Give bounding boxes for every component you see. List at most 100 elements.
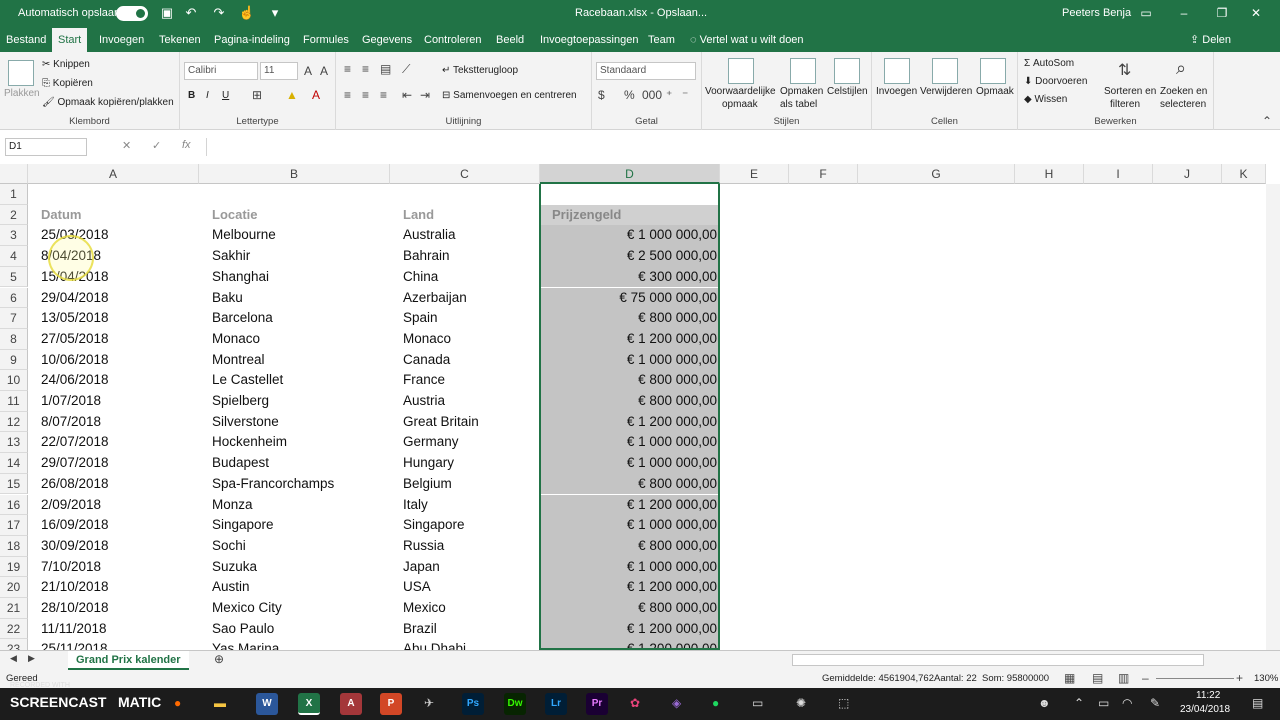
- clear-button[interactable]: ◆ Wissen: [1024, 94, 1067, 105]
- vertical-scrollbar[interactable]: [1266, 184, 1280, 650]
- column-header-d[interactable]: D: [540, 164, 720, 184]
- column-header-b[interactable]: B: [199, 164, 390, 184]
- normal-view-icon[interactable]: ▦: [1064, 671, 1075, 685]
- pen-icon[interactable]: ✎: [1150, 696, 1160, 710]
- cell-locatie[interactable]: Budapest: [212, 453, 382, 474]
- fill-color-icon[interactable]: ▲: [286, 88, 298, 102]
- number-format-select[interactable]: Standaard: [596, 62, 696, 80]
- word-icon[interactable]: W: [256, 693, 278, 715]
- clock-date[interactable]: 23/04/2018: [1180, 704, 1230, 715]
- cell-locatie[interactable]: Sao Paulo: [212, 619, 382, 640]
- new-sheet-icon[interactable]: ⊕: [214, 652, 224, 666]
- formula-input[interactable]: [206, 138, 1274, 156]
- cell-land[interactable]: Italy: [403, 495, 533, 516]
- cell-land[interactable]: USA: [403, 577, 533, 598]
- row-header[interactable]: 12: [0, 411, 28, 433]
- cell-locatie[interactable]: Spa-Francorchamps: [212, 474, 382, 495]
- column-header-a[interactable]: A: [28, 164, 199, 184]
- tab-bestand[interactable]: Bestand: [0, 28, 52, 52]
- cell-land[interactable]: Singapore: [403, 515, 533, 536]
- cell-locatie[interactable]: Yas Marina: [212, 639, 382, 650]
- close-button[interactable]: ✕: [1244, 3, 1268, 23]
- font-name-select[interactable]: Calibri: [184, 62, 258, 80]
- percent-style-icon[interactable]: %: [624, 88, 635, 102]
- customize-qat-icon[interactable]: ▾: [266, 4, 284, 22]
- sort-filter-line2[interactable]: filteren: [1110, 99, 1140, 110]
- row-header[interactable]: 2: [0, 204, 28, 226]
- sort-filter-line1[interactable]: Sorteren en: [1104, 86, 1156, 97]
- cell-land[interactable]: Mexico: [403, 598, 533, 619]
- cell-land[interactable]: Abu Dhabi: [403, 639, 533, 650]
- delete-cells-label[interactable]: Verwijderen: [920, 86, 972, 97]
- increase-decimal-icon[interactable]: ⁺: [666, 88, 672, 102]
- row-header[interactable]: 19: [0, 556, 28, 578]
- insert-cells-label[interactable]: Invoegen: [876, 86, 917, 97]
- cell-land[interactable]: Hungary: [403, 453, 533, 474]
- page-break-icon[interactable]: ▥: [1118, 671, 1129, 685]
- cell-datum[interactable]: 10/06/2018: [41, 350, 191, 371]
- row-header[interactable]: 13: [0, 432, 28, 454]
- column-header-e[interactable]: E: [720, 164, 789, 184]
- align-center-icon[interactable]: ≡: [362, 88, 369, 102]
- page-layout-icon[interactable]: ▤: [1092, 671, 1103, 685]
- row-header[interactable]: 7: [0, 308, 28, 329]
- notification-icon[interactable]: ▤: [1252, 696, 1263, 710]
- copy-button[interactable]: ⎘ Kopiëren: [42, 78, 93, 89]
- cell-locatie[interactable]: Singapore: [212, 515, 382, 536]
- format-cells-label[interactable]: Opmaak: [976, 86, 1014, 97]
- tab-team[interactable]: Team: [642, 28, 681, 52]
- cell-datum[interactable]: 8/07/2018: [41, 412, 191, 433]
- fill-button[interactable]: ⬇ Doorvoeren: [1024, 76, 1087, 87]
- visual-studio-icon[interactable]: ◈: [672, 696, 681, 710]
- italic-button[interactable]: I: [206, 90, 209, 101]
- cell-locatie[interactable]: Spielberg: [212, 391, 382, 412]
- photoshop-icon[interactable]: Ps: [462, 693, 484, 715]
- cut-button[interactable]: ✂ Knippen: [42, 59, 90, 70]
- cell-locatie[interactable]: Monaco: [212, 329, 382, 350]
- dreamweaver-icon[interactable]: Dw: [504, 693, 526, 715]
- row-header[interactable]: 3: [0, 225, 28, 247]
- font-color-icon[interactable]: A: [312, 88, 320, 102]
- merge-center-button[interactable]: ⊟ Samenvoegen en centreren: [442, 90, 577, 101]
- tell-me-search[interactable]: ◌ Vertel wat u wilt doen: [690, 28, 804, 52]
- cell-datum[interactable]: 25/11/2018: [41, 639, 191, 650]
- cell-datum[interactable]: 2/09/2018: [41, 495, 191, 516]
- undo-icon[interactable]: ↶: [182, 4, 200, 22]
- column-header-i[interactable]: I: [1084, 164, 1153, 184]
- app-icon[interactable]: ▭: [752, 696, 763, 710]
- excel-icon[interactable]: X: [298, 693, 320, 715]
- cell-styles-label[interactable]: Celstijlen: [827, 86, 868, 97]
- collapse-ribbon-icon[interactable]: ⌃: [1262, 114, 1272, 128]
- spotify-icon[interactable]: ●: [712, 696, 719, 710]
- zoom-slider[interactable]: [1156, 678, 1234, 679]
- cell-land[interactable]: Austria: [403, 391, 533, 412]
- premiere-icon[interactable]: Pr: [586, 693, 608, 715]
- cell-datum[interactable]: 16/09/2018: [41, 515, 191, 536]
- grow-font-icon[interactable]: A: [304, 64, 312, 78]
- align-bottom-icon[interactable]: ▤: [380, 62, 391, 76]
- minimize-button[interactable]: –: [1172, 3, 1196, 23]
- tab-pagina-indeling[interactable]: Pagina-indeling: [208, 28, 296, 52]
- share-button[interactable]: ⇪ Delen: [1190, 28, 1231, 52]
- format-as-table-icon[interactable]: [790, 58, 816, 84]
- row-header[interactable]: 9: [0, 349, 28, 371]
- zoom-in-icon[interactable]: +: [1236, 671, 1243, 685]
- touch-mode-icon[interactable]: ☝: [238, 4, 256, 22]
- cell-datum[interactable]: 13/05/2018: [41, 308, 191, 329]
- autosave-toggle[interactable]: [116, 6, 148, 21]
- conditional-formatting-line2[interactable]: opmaak: [722, 99, 758, 110]
- cell-land[interactable]: Belgium: [403, 474, 533, 495]
- cell-datum[interactable]: 11/11/2018: [41, 619, 191, 640]
- row-header[interactable]: 16: [0, 494, 28, 516]
- app-icon[interactable]: ✺: [796, 696, 806, 710]
- cell-locatie[interactable]: Melbourne: [212, 225, 382, 246]
- redo-icon[interactable]: ↷: [210, 4, 228, 22]
- format-as-table-line1[interactable]: Opmaken: [780, 86, 823, 97]
- row-header[interactable]: 14: [0, 453, 28, 474]
- tray-overflow-icon[interactable]: ⌃: [1074, 696, 1084, 710]
- powerpoint-icon[interactable]: P: [380, 693, 402, 715]
- row-header[interactable]: 10: [0, 370, 28, 391]
- row-header[interactable]: 22: [0, 618, 28, 640]
- cell-datum[interactable]: 22/07/2018: [41, 432, 191, 453]
- row-header[interactable]: 17: [0, 515, 28, 536]
